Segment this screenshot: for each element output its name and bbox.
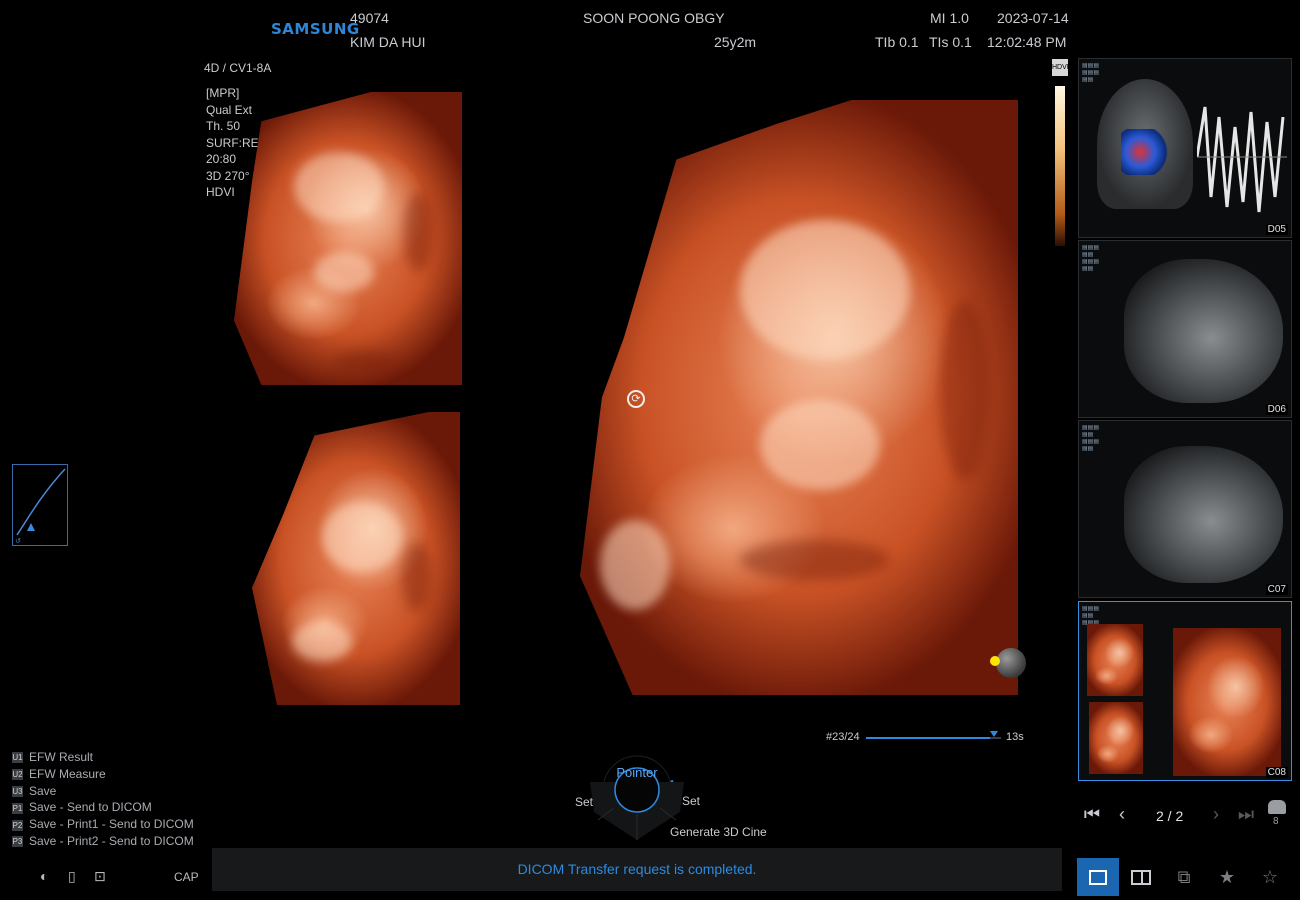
menu-item-label: EFW Measure bbox=[29, 766, 106, 781]
star-remove-icon: ☆ bbox=[1261, 866, 1279, 887]
single-layout-button[interactable] bbox=[1077, 858, 1119, 896]
thermal-index-bone: TIb 0.1 bbox=[875, 34, 919, 50]
skip-first-icon[interactable]: ⏮ bbox=[1080, 804, 1104, 825]
network-icon: ⊡ bbox=[94, 868, 106, 884]
thumbnail-render-bottom bbox=[1089, 702, 1143, 774]
menu-item-label: EFW Result bbox=[29, 750, 94, 764]
menu-item[interactable]: P2 Save - Print1 - Send to DICOM bbox=[12, 816, 194, 833]
thumbnail-label: C07 bbox=[1265, 584, 1288, 595]
menu-item-label: Save - Send to DICOM bbox=[29, 800, 152, 815]
svg-text:↺: ↺ bbox=[15, 538, 21, 545]
light-source-handle[interactable] bbox=[996, 648, 1026, 678]
wheel-center-label[interactable]: Pointer bbox=[610, 765, 664, 780]
thumbnail-info: ▤▤▤▤▤▤▤▤ bbox=[1082, 63, 1100, 83]
thumbnail-c07[interactable]: ▤▤▤ ▤▤ ▤▤▤ ▤▤ C07 bbox=[1078, 420, 1292, 598]
star-button[interactable]: ★ bbox=[1206, 858, 1248, 896]
single-layout-icon bbox=[1089, 869, 1107, 885]
light-indicator-icon bbox=[990, 656, 1000, 666]
probe-label: 4D / CV1-8A bbox=[204, 61, 272, 75]
compare-button[interactable]: ⧉ bbox=[1163, 858, 1205, 896]
exam-time: 12:02:48 PM bbox=[987, 34, 1067, 50]
patient-name: KIM DA HUI bbox=[350, 34, 426, 50]
chevron-left-icon[interactable]: ‹ bbox=[1110, 804, 1134, 825]
brand-logo: SAMSUNG bbox=[271, 20, 360, 38]
menu-item-label: Save bbox=[29, 783, 57, 798]
curve-map-widget[interactable]: ↺ bbox=[12, 464, 68, 546]
menu-item[interactable]: P3 Save - Print2 - Send to DICOM bbox=[12, 833, 194, 850]
status-message: DICOM Transfer request is completed. bbox=[212, 848, 1062, 891]
menu-item[interactable]: P1 Save - Send to DICOM bbox=[12, 799, 194, 816]
thumbnail-d05[interactable]: ▤▤▤ ▤▤▤ ▤▤ D05 bbox=[1078, 58, 1292, 238]
mpr-render-bottom[interactable] bbox=[252, 412, 460, 705]
thumbnail-label: D05 bbox=[1265, 224, 1288, 235]
menu-item[interactable]: U2 EFW Measure bbox=[12, 766, 194, 783]
key-badge: U1 bbox=[12, 752, 23, 764]
cine-frame-counter: #23/24 bbox=[826, 731, 860, 743]
color-doppler-overlay bbox=[1121, 129, 1169, 175]
thumbnail-info: ▤▤▤ ▤▤ ▤▤▤ ▤▤ bbox=[1082, 425, 1100, 452]
wheel-bottom-label[interactable]: Generate 3D Cine bbox=[670, 825, 767, 839]
dual-layout-icon bbox=[1131, 869, 1151, 885]
thumbnail-render-main bbox=[1173, 628, 1281, 776]
menu-item-label: Save - Print1 - Send to DICOM bbox=[29, 817, 194, 832]
thumbnail-info: ▤▤▤ ▤▤ ▤▤▤ ▤▤ bbox=[1082, 245, 1100, 272]
spectral-doppler-trace bbox=[1197, 106, 1287, 213]
thumbnail-d06[interactable]: ▤▤▤ ▤▤ ▤▤▤ ▤▤ D06 bbox=[1078, 240, 1292, 418]
wheel-right-label[interactable]: Set bbox=[682, 794, 700, 808]
menu-item[interactable]: U1 EFW Result bbox=[12, 749, 194, 766]
param-line: [MPR] bbox=[206, 86, 240, 100]
curve-graph: ↺ bbox=[15, 468, 66, 545]
dual-layout-button[interactable] bbox=[1120, 858, 1162, 896]
user-key-menu: U1 EFW Result U2 EFW Measure U3 Save P1 Save… bbox=[12, 749, 194, 850]
institution-name: SOON POONG OBGY bbox=[583, 10, 725, 26]
thumbnail-label: D06 bbox=[1265, 404, 1288, 415]
page-indicator: 2 / 2 bbox=[1156, 808, 1184, 824]
clip-count-icon bbox=[1268, 800, 1286, 814]
cine-progress bbox=[866, 737, 991, 739]
key-badge: U2 bbox=[12, 769, 23, 781]
mechanical-index: MI 1.0 bbox=[930, 10, 969, 26]
star-icon: ★ bbox=[1218, 866, 1236, 887]
key-badge: P1 bbox=[12, 802, 23, 814]
chevron-right-icon[interactable]: › bbox=[1204, 804, 1228, 825]
patient-age: 25y2m bbox=[714, 34, 757, 50]
menu-item[interactable]: U3 Save bbox=[12, 783, 194, 800]
exam-date: 2023-07-14 bbox=[997, 10, 1069, 26]
thumbnail-c08[interactable]: ▤▤▤ ▤▤ ▤▤▤ C08 bbox=[1078, 601, 1292, 781]
cine-duration: 13s bbox=[1006, 731, 1024, 743]
grayscale-ultrasound-image bbox=[1124, 259, 1283, 403]
caps-lock-indicator: CAP bbox=[174, 870, 199, 884]
thumbnail-render-top bbox=[1087, 624, 1143, 696]
menu-item-label: Save - Print2 - Send to DICOM bbox=[29, 833, 194, 848]
patient-id: 49074 bbox=[350, 10, 389, 26]
grayscale-ultrasound-image bbox=[1124, 446, 1283, 583]
thermal-index-soft: TIs 0.1 bbox=[929, 34, 972, 50]
clip-count: 8 bbox=[1273, 816, 1279, 827]
mpr-render-top[interactable] bbox=[234, 92, 462, 385]
compare-icon: ⧉ bbox=[1177, 866, 1191, 887]
key-badge: P2 bbox=[12, 819, 23, 831]
star-remove-button[interactable]: ☆ bbox=[1249, 858, 1291, 896]
wheel-left-label[interactable]: Set bbox=[575, 795, 593, 809]
mouse-icon: ◐ bbox=[40, 868, 49, 884]
main-3d-render[interactable] bbox=[580, 100, 1018, 695]
usb-icon: ▯ bbox=[68, 868, 76, 884]
key-badge: P3 bbox=[12, 836, 23, 848]
skip-last-icon[interactable]: ⏭ bbox=[1234, 804, 1258, 825]
color-map-bar bbox=[1055, 86, 1065, 246]
key-badge: U3 bbox=[12, 785, 23, 797]
thumbnail-label: C08 bbox=[1265, 767, 1288, 778]
param-line: Qual Ext bbox=[206, 102, 253, 117]
rotate-cursor-icon: ⟳ bbox=[627, 390, 645, 408]
cine-position-marker[interactable] bbox=[990, 731, 998, 737]
cine-slider[interactable] bbox=[866, 737, 1001, 739]
hdvi-tag: HDVI bbox=[1052, 59, 1069, 76]
